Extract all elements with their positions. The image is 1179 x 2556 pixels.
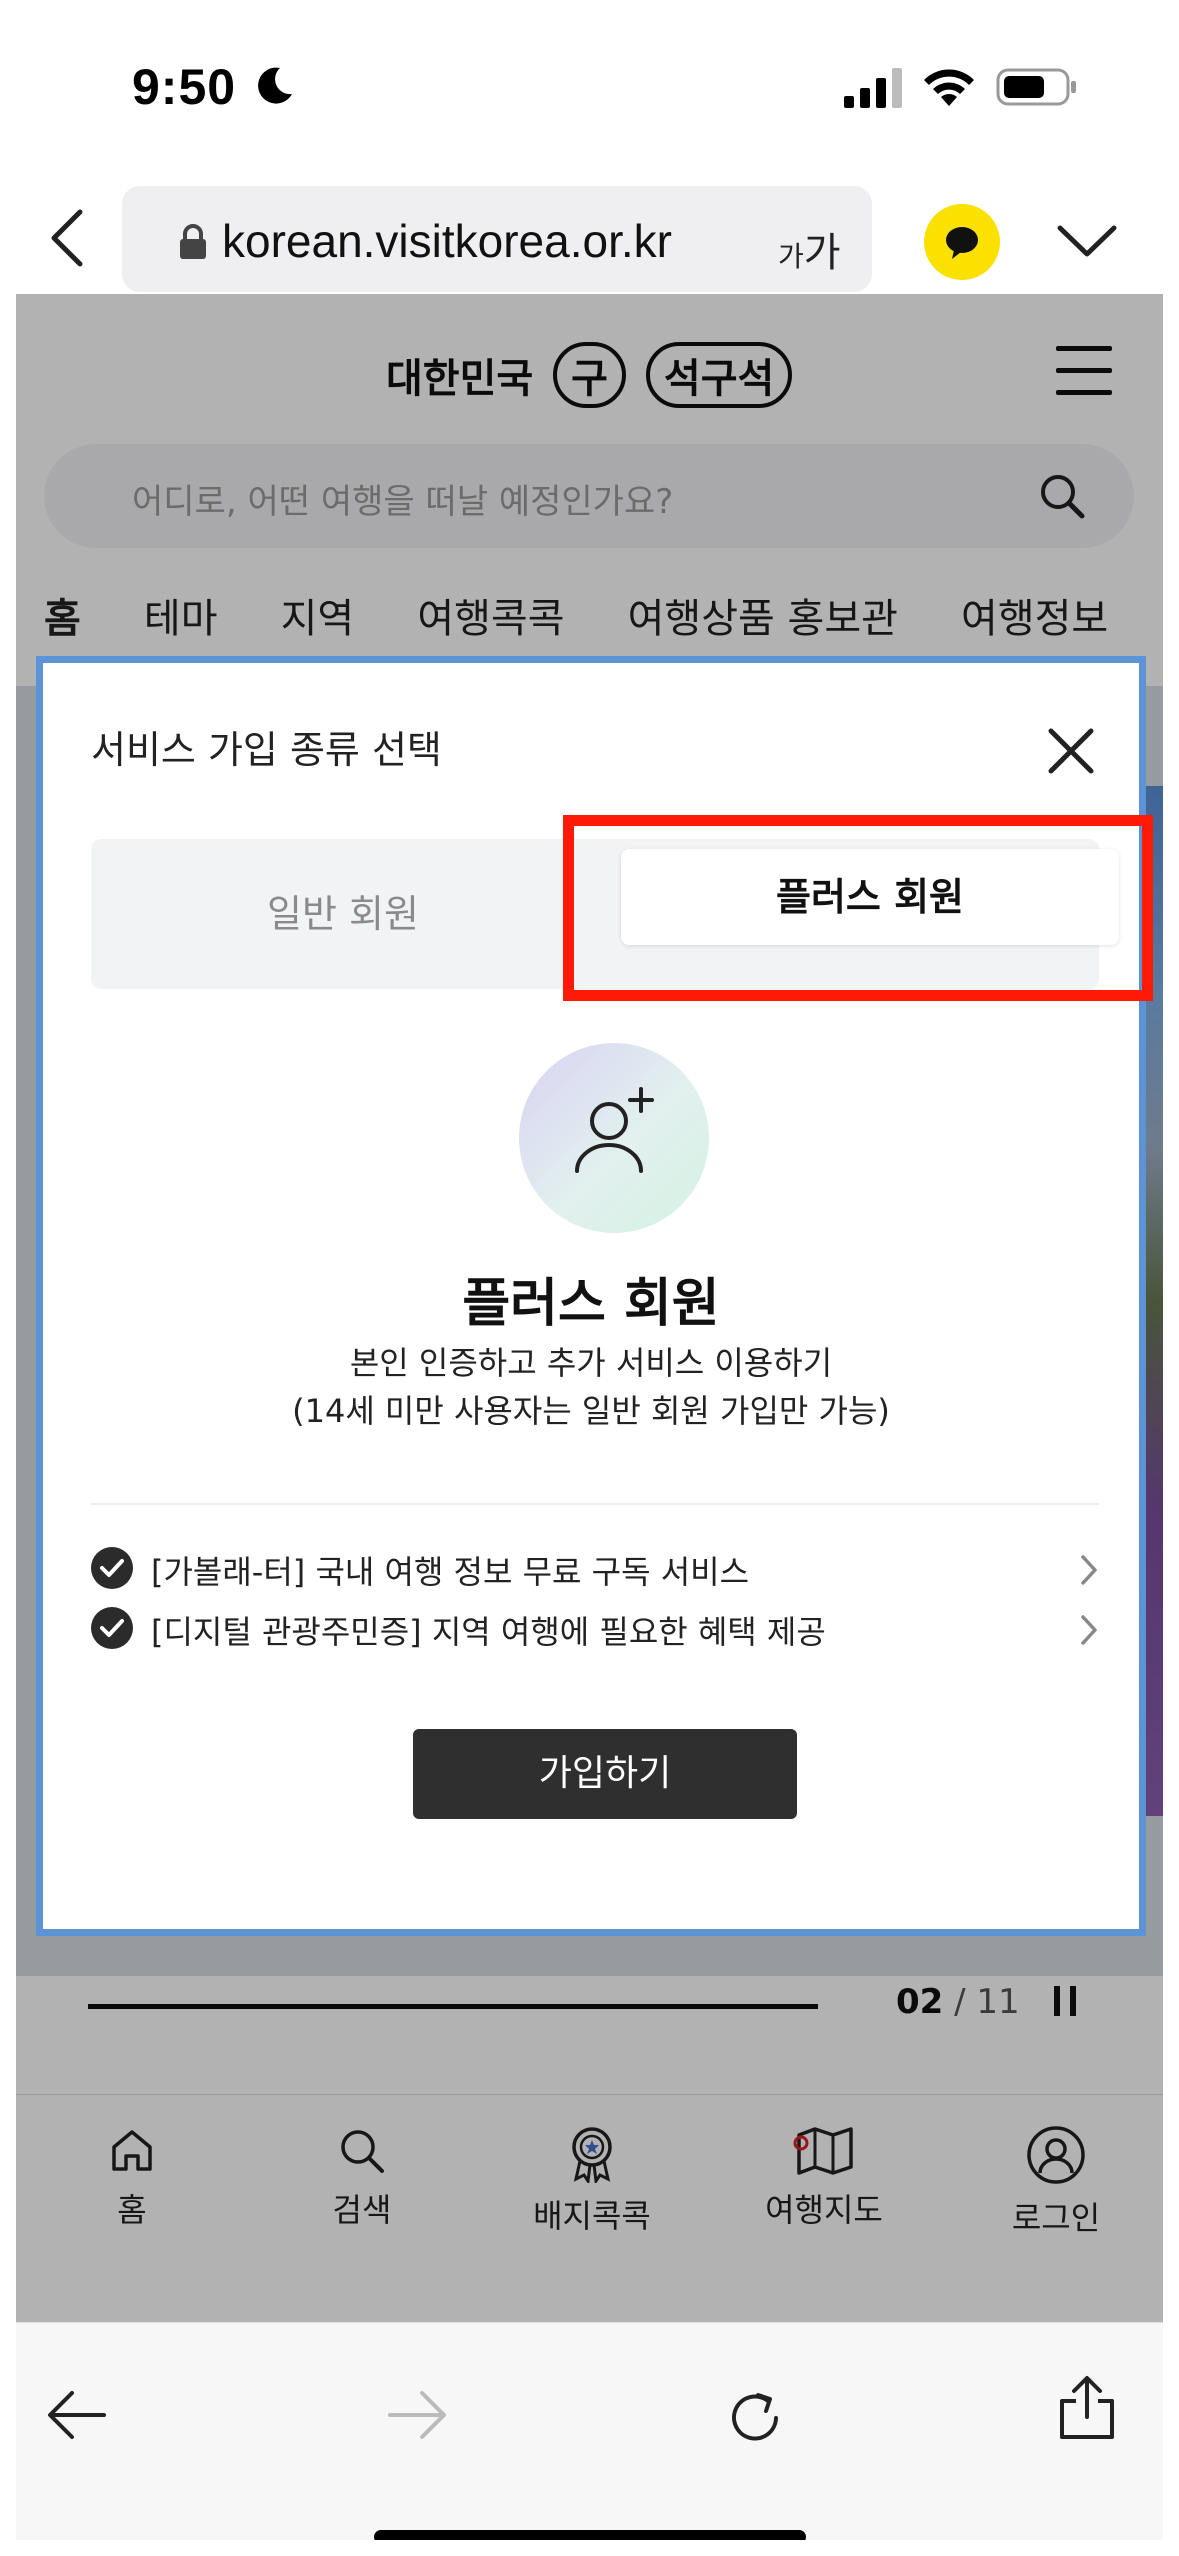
kakaotalk-bubble-icon [946,227,978,259]
home-indicator[interactable] [374,2530,806,2540]
modal-title: 서비스 가입 종류 선택 [91,728,442,772]
back-arrow-icon[interactable] [46,2387,108,2443]
benefit-text: [가볼래-터] 국내 여행 정보 무료 구독 서비스 [151,1553,750,1591]
phone-screen: 9:50 korean.visitkorea.or.kr 가가 대한민국 구 석… [16,16,1163,2540]
wifi-icon [924,69,974,106]
cellular-signal-icon [844,68,902,108]
tab-normal-member[interactable]: 일반 회원 [91,839,595,989]
browser-toolbar [16,2322,1163,2540]
expand-chevron-icon[interactable] [1056,222,1118,262]
chevron-right-icon [1081,1615,1097,1645]
status-bar: 9:50 [16,16,1163,166]
add-user-avatar [519,1043,709,1233]
plus-member-heading: 플러스 회원 [462,1274,720,1334]
benefit-item[interactable]: [가볼래-터] 국내 여행 정보 무료 구독 서비스 [91,1543,1099,1593]
description-line-2: (14세 미만 사용자는 일반 회원 가입만 가능) [292,1392,890,1430]
browser-back-chevron-icon[interactable] [44,206,92,270]
status-time: 9:50 [132,59,237,115]
kakaotalk-button[interactable] [924,204,1000,280]
add-user-icon [575,1087,654,1173]
battery-icon [996,68,1076,106]
join-button[interactable]: 가입하기 [413,1729,797,1819]
benefit-item[interactable]: [디지털 관광주민증] 지역 여행에 필요한 혜택 제공 [91,1603,1099,1653]
lock-icon [180,224,206,259]
url-text: korean.visitkorea.or.kr [222,215,672,267]
forward-arrow-icon[interactable] [386,2387,448,2443]
chevron-right-icon [1081,1555,1097,1585]
check-circle-icon [91,1607,133,1649]
description-line-1: 본인 인증하고 추가 서비스 이용하기 [349,1344,833,1382]
browser-address-bar: korean.visitkorea.or.kr 가가 [16,166,1163,294]
close-icon[interactable] [1045,725,1097,777]
text-size-small-label: 가 [778,240,804,273]
highlight-box [563,815,1153,1001]
signup-type-modal: 서비스 가입 종류 선택 일반 회원 플러스 회원 플러스 회원 본인 인증하고… [36,656,1153,1936]
share-icon[interactable] [1056,2373,1118,2441]
divider [91,1503,1099,1505]
url-field[interactable]: korean.visitkorea.or.kr 가가 [122,186,872,292]
focus-moon-icon [258,67,292,104]
check-circle-icon [91,1547,133,1589]
benefit-text: [디지털 관광주민증] 지역 여행에 필요한 혜택 제공 [151,1613,826,1651]
reload-icon[interactable] [724,2387,786,2449]
plus-member-description: 본인 인증하고 추가 서비스 이용하기 (14세 미만 사용자는 일반 회원 가… [43,1339,1139,1435]
text-size-button[interactable]: 가가 [778,220,841,278]
text-size-large-label: 가 [803,230,841,276]
